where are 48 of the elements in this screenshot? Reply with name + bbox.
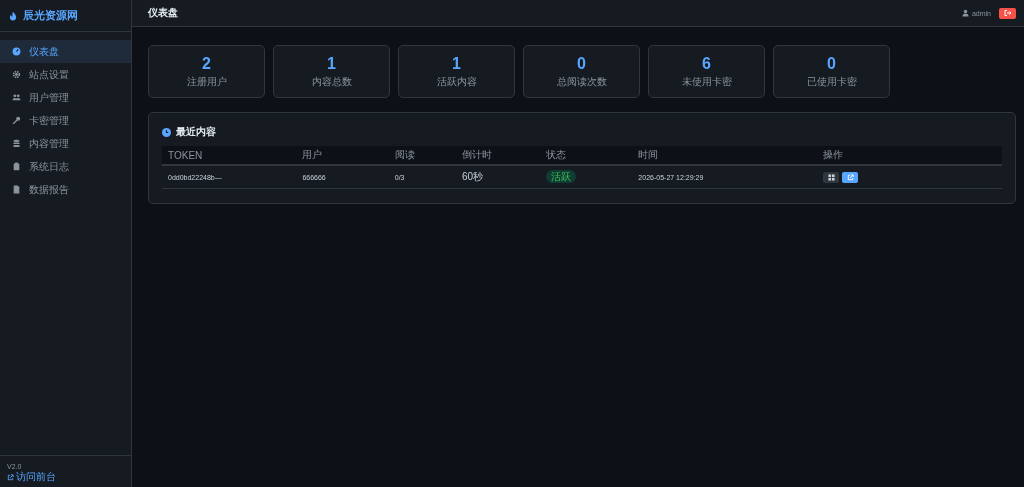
file-icon [12, 185, 21, 194]
stat-label: 注册用户 [186, 74, 227, 89]
column-header: 状态 [539, 146, 633, 165]
database-icon [12, 139, 21, 148]
stat-label: 总阅读次数 [556, 74, 607, 89]
dashboard-icon [12, 47, 21, 56]
stat-label: 活跃内容 [436, 74, 477, 89]
grid-icon [827, 173, 835, 181]
column-header: TOKEN [162, 146, 297, 165]
stat-label: 未使用卡密 [681, 74, 732, 89]
user-icon [961, 9, 970, 17]
column-header: 用户 [296, 146, 389, 165]
sidebar-item[interactable]: 系统日志 [0, 155, 131, 178]
logout-button[interactable] [999, 7, 1016, 19]
stat-value: 2 [202, 54, 211, 73]
table-cell: 60秒 [455, 165, 540, 189]
brand-name: 辰光资源网 [23, 8, 78, 23]
logout-icon [1003, 9, 1012, 17]
column-header: 时间 [632, 146, 818, 165]
sidebar-item[interactable]: 数据报告 [0, 178, 131, 201]
key-icon [12, 116, 21, 125]
sidebar-item[interactable]: 仪表盘 [0, 40, 131, 63]
status-badge: 活跃 [545, 170, 576, 183]
sidebar-item[interactable]: 内容管理 [0, 132, 131, 155]
column-header: 操作 [817, 146, 1002, 165]
users-icon [12, 93, 21, 102]
sidebar-item[interactable]: 卡密管理 [0, 109, 131, 132]
stat-label: 内容总数 [311, 74, 352, 89]
stat-label: 已使用卡密 [806, 74, 857, 89]
flame-icon [8, 10, 18, 21]
column-header: 阅读 [388, 146, 456, 165]
clock-icon [162, 127, 171, 137]
external-link-icon [7, 473, 14, 481]
frontend-link[interactable]: 访问前台 [7, 470, 56, 484]
stat-value: 1 [327, 54, 336, 73]
stat-value: 0 [577, 54, 586, 73]
clipboard-icon [12, 162, 21, 171]
sidebar-item[interactable]: 用户管理 [0, 86, 131, 109]
qr-code-button[interactable] [823, 171, 840, 183]
external-link-icon [846, 173, 854, 181]
column-header: 倒计时 [455, 146, 540, 165]
open-link-button[interactable] [842, 171, 859, 183]
stat-value: 6 [702, 54, 711, 73]
stat-value: 1 [452, 54, 461, 73]
sidebar-item[interactable]: 站点设置 [0, 63, 131, 86]
stat-value: 0 [827, 54, 836, 73]
panel-title: 最近内容 [176, 125, 216, 139]
page-title: 仪表盘 [148, 6, 178, 20]
